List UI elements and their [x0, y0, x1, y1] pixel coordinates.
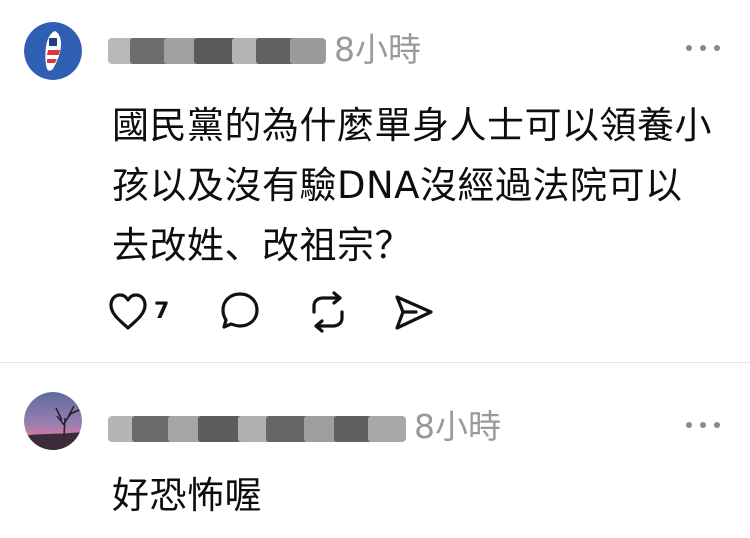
avatar[interactable]: [24, 22, 82, 80]
heart-icon: [109, 293, 147, 330]
comment-icon: [221, 292, 259, 329]
post-content: 國民黨的為什麼單身人士可以領養小孩以及沒有驗DNA沒經過法院可以去改姓、改祖宗？: [112, 104, 712, 267]
action-bar: 7: [108, 288, 448, 338]
post-content: 好恐怖喔: [112, 474, 262, 517]
more-options-icon[interactable]: [684, 415, 724, 435]
author-name[interactable]: [108, 416, 406, 442]
share-button[interactable]: [392, 288, 436, 338]
like-button[interactable]: 7: [108, 288, 188, 338]
repost-button[interactable]: [306, 288, 350, 338]
repost-icon: [312, 291, 344, 333]
sunset-tree-avatar-icon: [24, 392, 82, 450]
like-count: 7: [154, 299, 170, 324]
comment-button[interactable]: [218, 288, 262, 338]
post-timestamp: 8小時: [414, 407, 501, 446]
author-name[interactable]: [108, 38, 326, 64]
post: 8小時 好恐怖喔: [0, 362, 750, 538]
post: 8小時 國民黨的為什麼單身人士可以領養小孩以及沒有驗DNA沒經過法院可以去改姓、…: [0, 0, 750, 362]
post-timestamp: 8小時: [334, 30, 421, 69]
more-options-icon[interactable]: [684, 38, 724, 58]
avatar[interactable]: [24, 392, 82, 450]
taiwan-flag-avatar-icon: [24, 22, 82, 80]
share-icon: [395, 295, 433, 330]
